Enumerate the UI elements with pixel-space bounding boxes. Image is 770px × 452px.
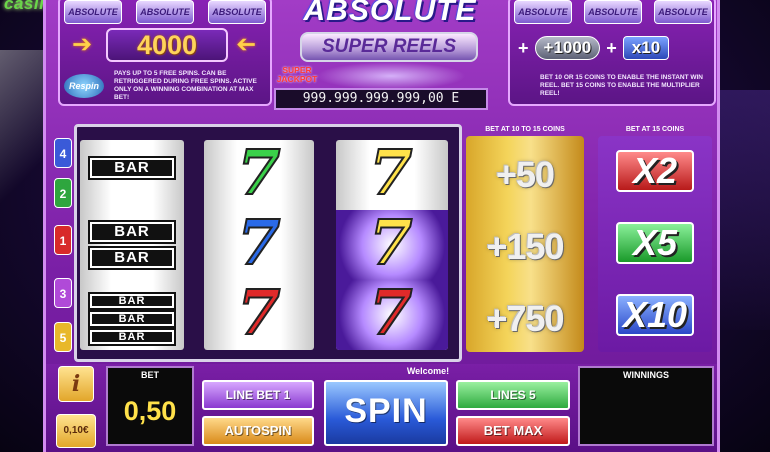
respin-description: PAYS UP TO 5 FREE SPINS. CAN BE RETRIGGE…	[114, 70, 257, 101]
bar-symbol: BAR	[90, 158, 174, 178]
info-button[interactable]: i	[58, 366, 94, 402]
welcome-message: Welcome!	[406, 366, 450, 376]
line-indicator-5[interactable]: 5	[54, 322, 72, 352]
seven-red-symbol: 7	[236, 276, 281, 349]
bar-symbol: BAR	[90, 330, 174, 344]
super-jackpot-label: SUPER JACKPOT	[276, 65, 318, 84]
mini-logo-2: ABSOLUTE	[136, 0, 194, 24]
mini-logo-5: ABSOLUTE	[584, 0, 642, 24]
slot-cabinet: ABSOLUTE ABSOLUTE ABSOLUTE ➔ 4000 ➔ Resp…	[43, 0, 720, 452]
autospin-button[interactable]: AUTOSPIN	[202, 416, 314, 446]
bonus-row: + +1000 + x10	[518, 36, 670, 60]
seven-yellow-symbol-2: 7	[368, 206, 413, 279]
winnings-label: WINNINGS	[623, 370, 669, 380]
multiplier-x5: X5	[616, 222, 694, 264]
bonus-value-50: +50	[495, 154, 555, 195]
multiplier-x10: X10	[616, 294, 694, 336]
reel-1: BAR BAR BAR BAR BAR BAR	[80, 140, 184, 350]
line-indicator-4[interactable]: 4	[54, 138, 72, 168]
bet-value: 0,50	[123, 396, 177, 426]
line-indicator-2[interactable]: 2	[54, 178, 72, 208]
super-jackpot-value: 999.999.999.999,00 E	[274, 88, 488, 110]
multiplier-reel: X2 X5 X10	[598, 136, 712, 352]
seven-yellow-symbol: 7	[368, 140, 413, 209]
bar-symbol: BAR	[90, 222, 174, 242]
bonus-value-150: +150	[486, 226, 564, 267]
line-bet-button[interactable]: LINE BET 1	[202, 380, 314, 410]
bonus-reel-header: BET AT 10 TO 15 COINS	[485, 126, 565, 133]
seven-blue-symbol: 7	[236, 206, 281, 279]
lightning-effect	[316, 62, 466, 90]
spin-button[interactable]: SPIN	[324, 380, 448, 446]
bonus-reel: +50 +150 +750	[466, 136, 584, 352]
mini-logo-1: ABSOLUTE	[64, 0, 122, 24]
bonus-bubble: +1000	[534, 36, 601, 60]
line-indicator-1[interactable]: 1	[54, 225, 72, 255]
mini-logo-4: ABSOLUTE	[514, 0, 572, 24]
bonus-info-panel: ABSOLUTE ABSOLUTE ABSOLUTE + +1000 + x10…	[508, 0, 716, 106]
bar-symbol: BAR	[90, 248, 174, 268]
plus-sign-2: +	[606, 37, 617, 58]
arrow-right-icon: ➔	[72, 31, 93, 58]
multiplier-bubble: x10	[622, 36, 670, 60]
plus-sign-1: +	[518, 37, 529, 58]
reel-3: 7 7 7	[336, 140, 448, 350]
respin-logo: Respin	[64, 74, 104, 98]
game-title: ABSOLUTE	[303, 0, 477, 27]
winnings-display: WINNINGS	[578, 366, 714, 446]
jackpot-value: 4000	[106, 28, 228, 62]
bar-symbol: BAR	[90, 294, 174, 308]
multiplier-reel-header: BET AT 15 COINS	[625, 126, 685, 133]
seven-green-symbol: 7	[236, 140, 281, 209]
bar-symbol: BAR	[90, 312, 174, 326]
bonus-description: BET 10 OR 15 COINS TO ENABLE THE INSTANT…	[540, 74, 703, 97]
mini-logo-6: ABSOLUTE	[654, 0, 712, 24]
bet-label: BET	[141, 370, 159, 380]
bonus-value-750: +750	[486, 298, 564, 339]
bet-max-button[interactable]: BET MAX	[456, 416, 570, 446]
multiplier-x2: X2	[616, 150, 694, 192]
bet-display: BET 0,50	[106, 366, 194, 446]
arrow-left-icon: ➔	[236, 31, 257, 58]
coin-value-button[interactable]: 0,10€	[56, 414, 96, 448]
game-subtitle: SUPER REELS	[300, 32, 478, 62]
respin-info-panel: ABSOLUTE ABSOLUTE ABSOLUTE ➔ 4000 ➔ Resp…	[58, 0, 272, 106]
mini-logo-3: ABSOLUTE	[208, 0, 266, 24]
line-indicator-3[interactable]: 3	[54, 278, 72, 308]
seven-red-symbol-2: 7	[368, 276, 413, 349]
reel-2: 7 7 7	[204, 140, 314, 350]
lines-button[interactable]: LINES 5	[456, 380, 570, 410]
